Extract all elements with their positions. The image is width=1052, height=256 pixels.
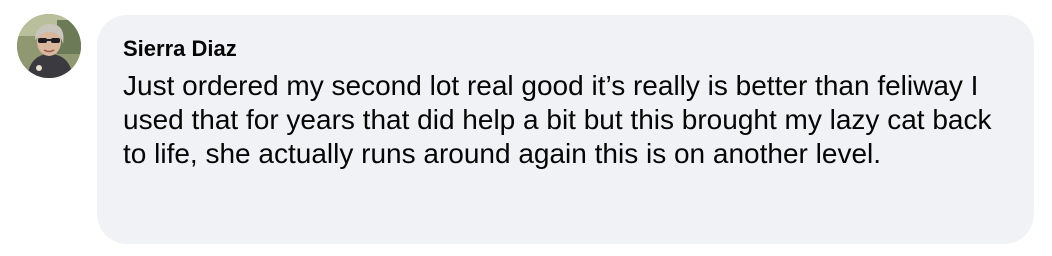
comment-bubble: Sierra Diaz Just ordered my second lot r… <box>97 15 1034 244</box>
comment-author[interactable]: Sierra Diaz <box>123 35 1008 63</box>
comment: Sierra Diaz Just ordered my second lot r… <box>0 0 1052 256</box>
comment-text: Just ordered my second lot real good it’… <box>123 70 992 169</box>
avatar[interactable] <box>17 14 81 78</box>
profile-photo-icon <box>17 14 81 78</box>
